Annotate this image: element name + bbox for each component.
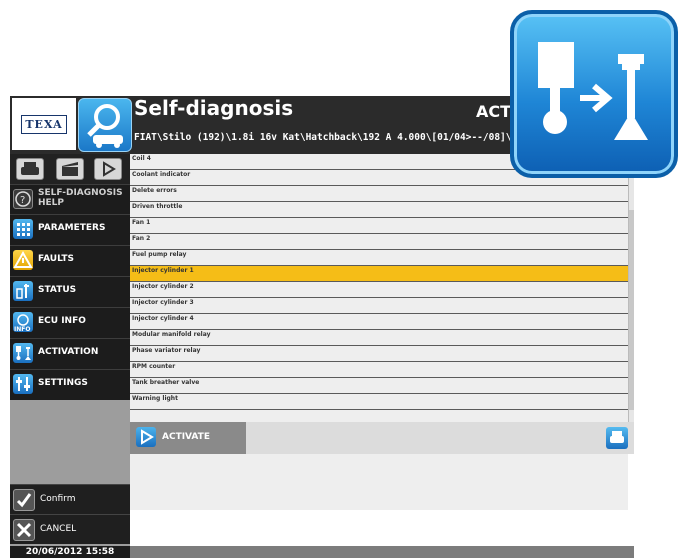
info-icon: INFO [13,312,33,333]
sidebar-item-help[interactable]: ? SELF-DIAGNOSIS HELP [10,184,130,214]
list-item[interactable]: Fan 1 [130,218,628,234]
confirm-label: Confirm [40,494,76,504]
footer-bar [130,546,634,558]
list-item[interactable]: Injector cylinder 4 [130,314,628,330]
warning-icon [13,250,33,270]
printer-button[interactable] [606,427,628,449]
list-item[interactable]: Fan 2 [130,234,628,250]
list-item[interactable]: Delete errors [130,186,628,202]
settings-icon [13,374,33,394]
check-icon [13,489,35,511]
svg-text:INFO: INFO [14,326,30,332]
sidebar-item-ecu-info[interactable]: INFO ECU INFO [10,307,130,338]
sidebar-item-faults[interactable]: FAULTS [10,245,130,276]
sidebar-item-label: SETTINGS [38,378,88,388]
logo-text: TEXA [21,114,67,134]
magnifier-car-icon [78,98,132,152]
svg-text:?: ? [20,195,25,206]
list-item[interactable]: Injector cylinder 2 [130,282,628,298]
play-icon [103,161,116,177]
list-item[interactable]: Injector cylinder 3 [130,298,628,314]
close-icon [13,519,35,541]
sidebar-item-parameters[interactable]: PARAMETERS [10,214,130,245]
help-label-line-2: HELP [38,198,65,208]
vehicle-breadcrumb: FIAT\Stilo (192)\1.8i 16v Kat\Hatchback\… [134,132,514,143]
list-item[interactable]: Warning light [130,394,628,410]
print-button[interactable] [16,158,44,180]
list-item[interactable]: Modular manifold relay [130,330,628,346]
sidebar-item-label: ECU INFO [38,316,86,326]
list-item[interactable]: Phase variator relay [130,346,628,362]
status-icon [13,281,33,301]
sidebar-item-label: FAULTS [38,254,74,264]
sidebar-item-status[interactable]: STATUS [10,276,130,307]
list-item[interactable]: Fuel pump relay [130,250,628,266]
page-title: Self-diagnosis [134,96,294,120]
activation-list: Coil 4 Coolant indicator Delete errors Driv… [130,154,628,510]
help-icon: ? [13,189,33,209]
scroll-thumb[interactable] [629,210,634,410]
sidebar-item-label: SELF-DIAGNOSIS HELP [38,188,123,208]
mode-label: ACT [476,102,512,121]
datetime: 20/06/2012 15:58 [10,546,130,558]
list-item[interactable]: Injector cylinder 1 [130,266,628,282]
printer-icon [610,431,624,443]
printer-icon [21,162,39,175]
confirm-button[interactable]: Confirm [10,484,130,514]
activation-large-icon [510,10,678,178]
action-bar: ACTIVATE [130,422,634,454]
sidebar-item-label: ACTIVATION [38,347,99,357]
activation-icon [13,343,33,363]
sidebar: ? SELF-DIAGNOSIS HELP PARAMETERS FAULTS … [10,154,130,558]
scrollbar[interactable] [628,154,634,422]
sidebar-item-label: STATUS [38,285,77,295]
list-item[interactable]: Driven throttle [130,202,628,218]
play-icon [136,427,156,447]
cancel-button[interactable]: CANCEL [10,514,130,544]
play-button[interactable] [94,158,122,180]
toolbar [10,154,130,184]
cancel-label: CANCEL [40,524,77,534]
list-item[interactable]: RPM counter [130,362,628,378]
parameters-icon [13,219,33,239]
list-item[interactable]: Tank breather valve [130,378,628,394]
sidebar-item-label: PARAMETERS [38,223,106,233]
help-label-line-1: SELF-DIAGNOSIS [38,188,123,198]
texa-logo: TEXA [12,98,76,150]
clapperboard-icon [62,162,78,176]
activate-label: ACTIVATE [162,432,210,442]
sidebar-item-settings[interactable]: SETTINGS [10,369,130,400]
activate-button[interactable]: ACTIVATE [130,422,246,454]
clapper-button[interactable] [56,158,84,180]
sidebar-item-activation[interactable]: ACTIVATION [10,338,130,369]
